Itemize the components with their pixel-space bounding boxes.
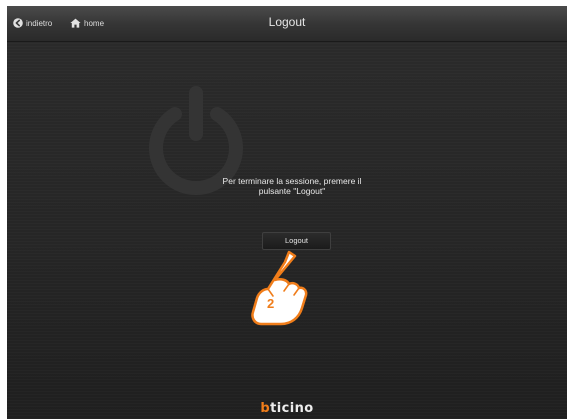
page-title: Logout (268, 15, 306, 29)
logout-message-line-2: pulsante "Logout" (258, 186, 326, 196)
bticino-logo: bticino (7, 401, 567, 416)
top-bar: indietro home Logout (7, 6, 567, 42)
logo-text: ticino (270, 401, 314, 416)
pointing-hand-icon: 2 (251, 250, 308, 326)
logout-message: Per terminare la sessione, premere il pu… (177, 176, 407, 196)
app-screen: indietro home Logout Per terminare la se… (7, 6, 567, 419)
step-number: 2 (267, 296, 274, 311)
logo-accent-letter: b (260, 401, 271, 416)
logout-message-line-1: Per terminare la sessione, premere il (222, 176, 362, 186)
